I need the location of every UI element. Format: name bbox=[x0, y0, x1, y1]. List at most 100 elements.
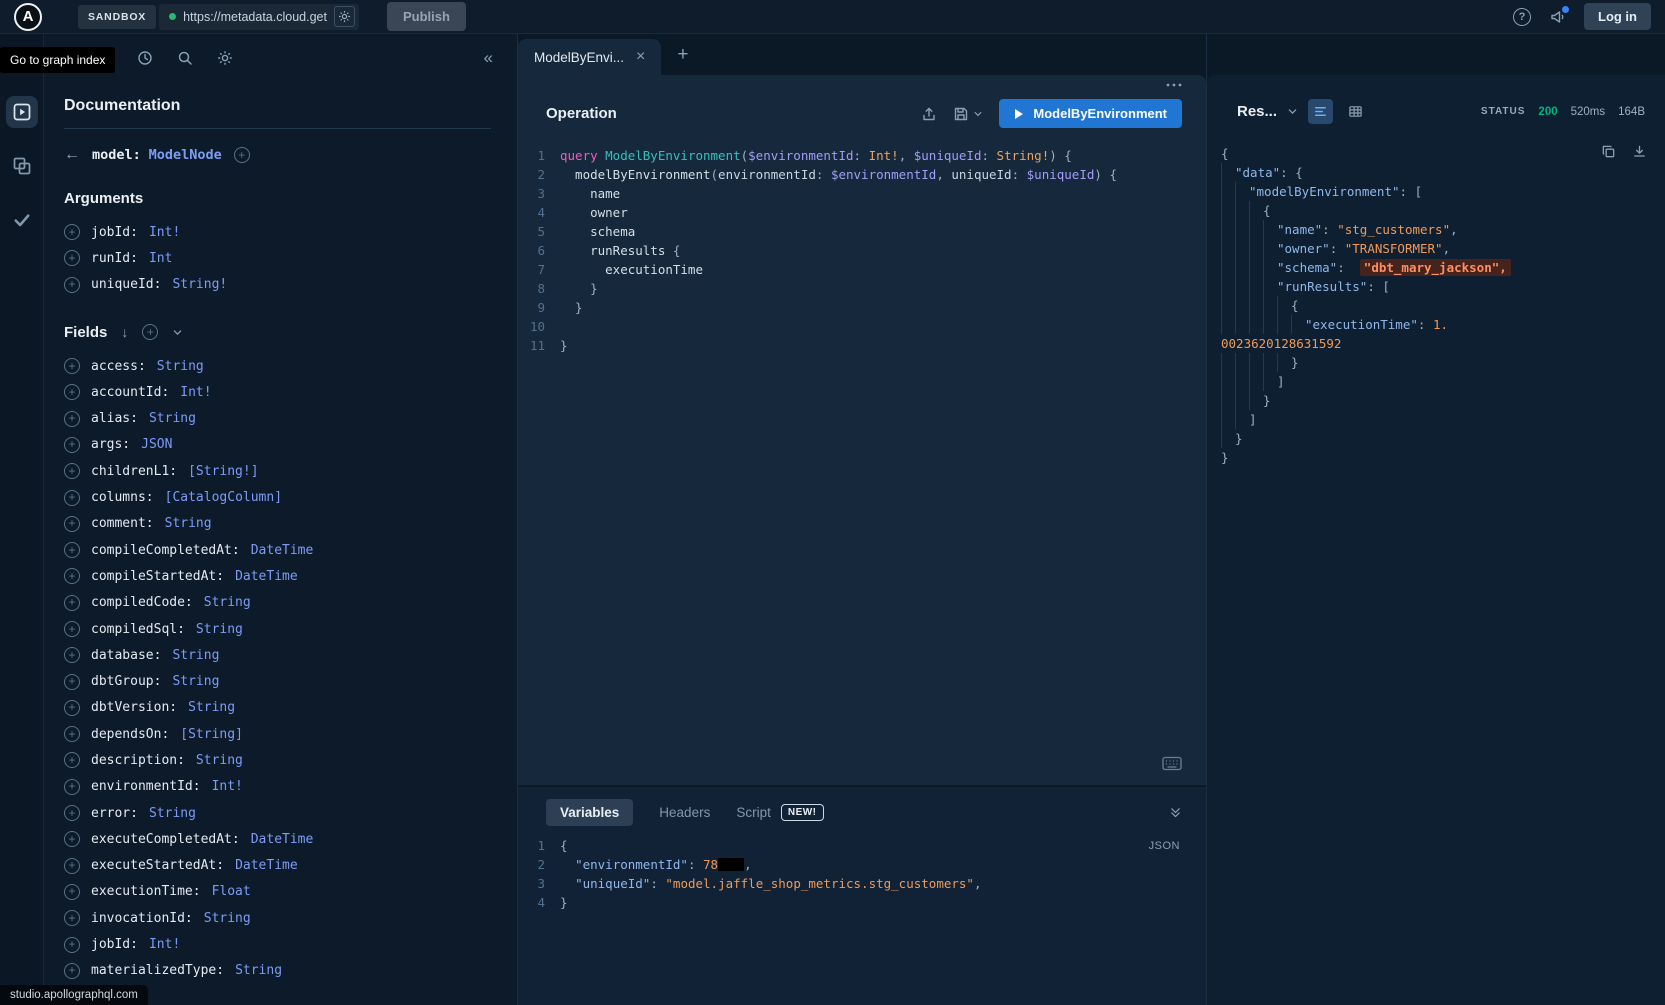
apollo-logo[interactable]: A bbox=[14, 3, 42, 31]
add-to-operation-icon[interactable]: + bbox=[64, 647, 80, 663]
code-line[interactable]: 1query ModelByEnvironment($environmentId… bbox=[518, 146, 1206, 165]
download-icon[interactable] bbox=[1632, 144, 1647, 159]
add-to-operation-icon[interactable]: + bbox=[64, 463, 80, 479]
settings-icon[interactable] bbox=[217, 50, 233, 66]
field-row[interactable]: +compiledCode:String bbox=[64, 590, 491, 616]
argument-row[interactable]: +uniqueId:String! bbox=[64, 272, 491, 298]
add-to-operation-icon[interactable]: + bbox=[64, 568, 80, 584]
add-to-operation-icon[interactable]: + bbox=[64, 224, 80, 240]
field-row[interactable]: +alias:String bbox=[64, 405, 491, 431]
search-icon[interactable] bbox=[177, 50, 193, 66]
variables-editor[interactable]: 1{2 "environmentId": 78,3 "uniqueId": "m… bbox=[518, 836, 1206, 912]
response-menu-chevron-icon[interactable] bbox=[1287, 106, 1298, 117]
field-row[interactable]: +columns:[CatalogColumn] bbox=[64, 484, 491, 510]
field-row[interactable]: +database:String bbox=[64, 642, 491, 668]
code-line[interactable]: 3 name bbox=[518, 184, 1206, 203]
add-to-operation-icon[interactable]: + bbox=[64, 884, 80, 900]
field-row[interactable]: +executeCompletedAt:DateTime bbox=[64, 826, 491, 852]
operation-editor[interactable]: 1query ModelByEnvironment($environmentId… bbox=[518, 142, 1206, 785]
add-to-operation-icon[interactable]: + bbox=[64, 674, 80, 690]
announcements-icon[interactable] bbox=[1549, 9, 1566, 25]
code-line[interactable]: 3 "uniqueId": "model.jaffle_shop_metrics… bbox=[518, 874, 1206, 893]
argument-row[interactable]: +runId:Int bbox=[64, 245, 491, 271]
field-row[interactable]: +compileStartedAt:DateTime bbox=[64, 563, 491, 589]
add-to-operation-icon[interactable]: + bbox=[64, 937, 80, 953]
add-to-operation-icon[interactable]: + bbox=[64, 277, 80, 293]
code-line[interactable]: 6 runResults { bbox=[518, 241, 1206, 260]
chevron-down-icon[interactable] bbox=[172, 327, 183, 338]
argument-row[interactable]: +jobId:Int! bbox=[64, 219, 491, 245]
tab-variables[interactable]: Variables bbox=[546, 799, 633, 826]
share-icon[interactable] bbox=[921, 106, 937, 122]
code-line[interactable]: 5 schema bbox=[518, 222, 1206, 241]
add-to-operation-icon[interactable]: + bbox=[64, 752, 80, 768]
tab-modelbyenvironment[interactable]: ModelByEnvi... × bbox=[518, 39, 661, 75]
add-all-fields-icon[interactable]: + bbox=[142, 324, 158, 340]
table-view-icon[interactable] bbox=[1343, 99, 1368, 124]
run-operation-button[interactable]: ModelByEnvironment bbox=[999, 99, 1182, 128]
add-tab-icon[interactable]: + bbox=[677, 44, 688, 66]
save-icon[interactable] bbox=[953, 106, 969, 122]
field-row[interactable]: +compiledSql:String bbox=[64, 616, 491, 642]
add-to-operation-icon[interactable]: + bbox=[64, 490, 80, 506]
code-line[interactable]: 10 bbox=[518, 317, 1206, 336]
publish-button[interactable]: Publish bbox=[387, 2, 466, 31]
copy-icon[interactable] bbox=[1601, 144, 1616, 159]
code-line[interactable]: 8 } bbox=[518, 279, 1206, 298]
connection-settings-icon[interactable] bbox=[334, 6, 355, 27]
sort-icon[interactable]: ↓ bbox=[121, 324, 128, 340]
add-to-operation-icon[interactable]: + bbox=[64, 250, 80, 266]
code-line[interactable]: 2 "environmentId": 78, bbox=[518, 855, 1206, 874]
code-line[interactable]: 1{ bbox=[518, 836, 1206, 855]
code-line[interactable]: 4 owner bbox=[518, 203, 1206, 222]
field-row[interactable]: +dependsOn:[String] bbox=[64, 721, 491, 747]
add-to-operation-icon[interactable]: + bbox=[64, 831, 80, 847]
add-to-operation-icon[interactable]: + bbox=[64, 700, 80, 716]
field-row[interactable]: +materializedType:String bbox=[64, 958, 491, 984]
field-row[interactable]: +args:JSON bbox=[64, 432, 491, 458]
add-to-operation-icon[interactable]: + bbox=[64, 595, 80, 611]
tab-headers[interactable]: Headers bbox=[659, 805, 710, 820]
history-icon[interactable] bbox=[137, 50, 153, 66]
field-row[interactable]: +invocationId:String bbox=[64, 905, 491, 931]
field-row[interactable]: +description:String bbox=[64, 747, 491, 773]
field-row[interactable]: +executionTime:Float bbox=[64, 879, 491, 905]
field-row[interactable]: +executeStartedAt:DateTime bbox=[64, 853, 491, 879]
checks-icon[interactable] bbox=[6, 204, 38, 236]
field-row[interactable]: +compileCompletedAt:DateTime bbox=[64, 537, 491, 563]
login-button[interactable]: Log in bbox=[1584, 3, 1651, 30]
add-to-operation-icon[interactable]: + bbox=[64, 805, 80, 821]
field-row[interactable]: +childrenL1:[String!] bbox=[64, 458, 491, 484]
code-line[interactable]: 11} bbox=[518, 336, 1206, 355]
explorer-icon[interactable] bbox=[6, 96, 38, 128]
back-icon[interactable]: ← bbox=[64, 146, 80, 164]
field-row[interactable]: +environmentId:Int! bbox=[64, 774, 491, 800]
add-to-operation-icon[interactable]: + bbox=[64, 963, 80, 979]
code-line[interactable]: 2 modelByEnvironment(environmentId: $env… bbox=[518, 165, 1206, 184]
field-row[interactable]: +error:String bbox=[64, 800, 491, 826]
add-to-operation-icon[interactable]: + bbox=[64, 621, 80, 637]
code-line[interactable]: 4} bbox=[518, 893, 1206, 912]
add-to-operation-icon[interactable]: + bbox=[64, 437, 80, 453]
collapse-panel-icon[interactable] bbox=[1169, 806, 1182, 819]
field-row[interactable]: +dbtVersion:String bbox=[64, 695, 491, 721]
add-to-operation-icon[interactable]: + bbox=[64, 779, 80, 795]
field-row[interactable]: +accountId:Int! bbox=[64, 379, 491, 405]
code-line[interactable]: 9 } bbox=[518, 298, 1206, 317]
schema-icon[interactable] bbox=[6, 150, 38, 182]
list-view-icon[interactable] bbox=[1308, 99, 1333, 124]
add-to-operation-icon[interactable]: + bbox=[64, 542, 80, 558]
add-to-operation-icon[interactable]: + bbox=[64, 358, 80, 374]
add-to-operation-icon[interactable]: + bbox=[64, 516, 80, 532]
keyboard-shortcuts-icon[interactable] bbox=[1162, 756, 1182, 771]
add-to-operation-icon[interactable]: + bbox=[64, 384, 80, 400]
add-model-icon[interactable]: + bbox=[234, 147, 250, 163]
add-to-operation-icon[interactable]: + bbox=[64, 411, 80, 427]
more-options-icon[interactable] bbox=[1166, 83, 1182, 87]
field-row[interactable]: +jobId:Int! bbox=[64, 931, 491, 957]
add-to-operation-icon[interactable]: + bbox=[64, 726, 80, 742]
add-to-operation-icon[interactable]: + bbox=[64, 858, 80, 874]
code-line[interactable]: 7 executionTime bbox=[518, 260, 1206, 279]
close-tab-icon[interactable]: × bbox=[636, 49, 645, 65]
collapse-sidebar-icon[interactable]: « bbox=[484, 48, 493, 68]
